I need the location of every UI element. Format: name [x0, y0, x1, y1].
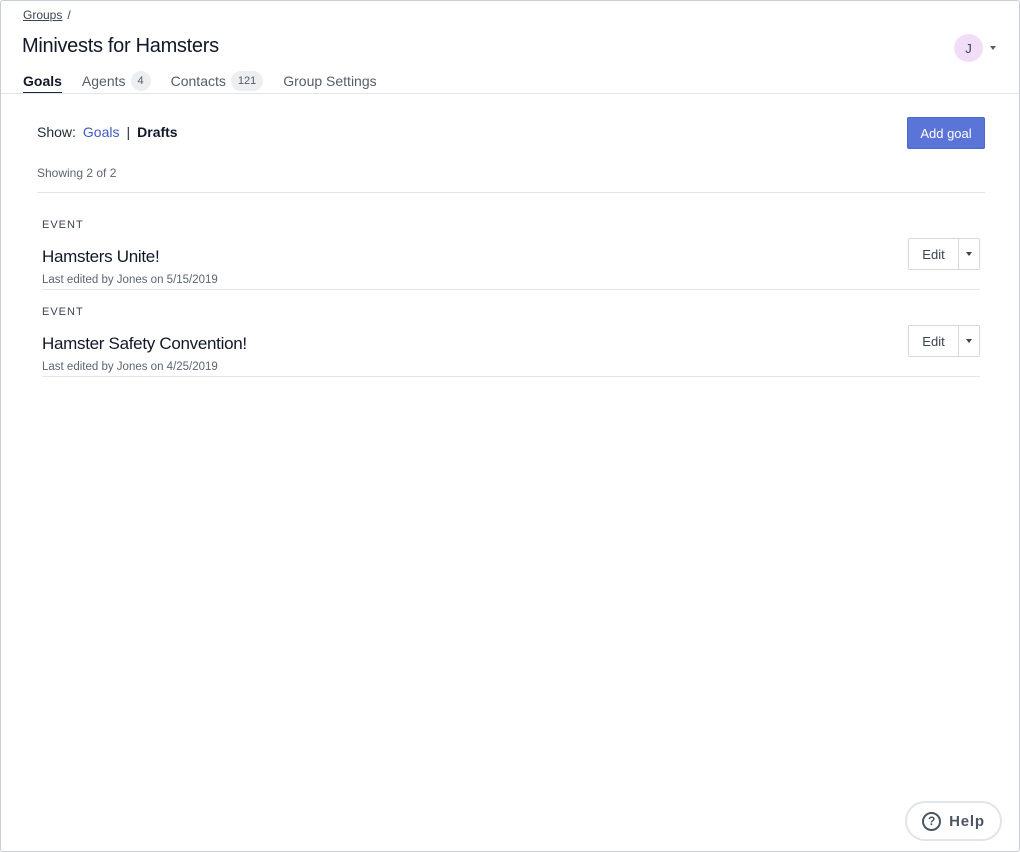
goal-last-edited: Last edited by Jones on 4/25/2019 — [42, 361, 218, 373]
filter-separator: | — [126, 124, 131, 140]
count-badge: 4 — [130, 71, 151, 91]
list-divider — [37, 192, 985, 193]
goal-actions-dropdown[interactable] — [959, 326, 979, 356]
caret-down-icon — [966, 252, 972, 256]
tab-agents[interactable]: Agents 4 — [82, 70, 151, 92]
goal-list-item: EVENT Hamster Safety Convention! Last ed… — [42, 290, 980, 377]
tab-group-settings[interactable]: Group Settings — [283, 70, 376, 92]
result-count: Showing 2 of 2 — [37, 166, 117, 180]
goal-actions-split-button: Edit — [908, 325, 980, 357]
avatar[interactable]: J — [954, 34, 983, 62]
goal-list-item: EVENT Hamsters Unite! Last edited by Jon… — [42, 203, 980, 290]
goal-type-label: EVENT — [42, 219, 84, 231]
tab-contacts[interactable]: Contacts 121 — [171, 70, 264, 92]
count-badge: 121 — [230, 71, 264, 91]
caret-down-icon — [966, 339, 972, 343]
tab-label: Agents — [81, 73, 126, 89]
goal-type-label: EVENT — [42, 306, 84, 318]
edit-button[interactable]: Edit — [909, 239, 959, 269]
goal-last-edited: Last edited by Jones on 5/15/2019 — [42, 274, 218, 286]
show-label: Show: — [37, 124, 76, 140]
breadcrumb-groups-link[interactable]: Groups — [23, 8, 62, 22]
edit-button[interactable]: Edit — [909, 326, 959, 356]
filter-goals-link[interactable]: Goals — [83, 124, 120, 140]
user-menu[interactable]: J — [954, 34, 996, 62]
goal-name[interactable]: Hamster Safety Convention! — [42, 334, 247, 354]
show-filter: Show: Goals | Drafts — [37, 124, 178, 140]
page-title: Minivests for Hamsters — [22, 35, 219, 57]
help-label: Help — [949, 812, 985, 830]
filter-drafts-link[interactable]: Drafts — [137, 124, 177, 140]
app-window: Groups / Minivests for Hamsters J Goals A… — [0, 0, 1020, 852]
question-circle-icon: ? — [922, 811, 942, 831]
breadcrumb: Groups / — [23, 8, 71, 22]
chevron-down-icon[interactable] — [990, 46, 996, 50]
goal-actions-split-button: Edit — [908, 238, 980, 270]
add-goal-button[interactable]: Add goal — [907, 117, 985, 149]
header-divider — [1, 93, 1019, 94]
breadcrumb-separator: / — [67, 8, 71, 22]
goal-name[interactable]: Hamsters Unite! — [42, 247, 160, 267]
help-button[interactable]: ? Help — [905, 801, 1002, 841]
tab-goals[interactable]: Goals — [23, 70, 62, 94]
tab-label: Contacts — [170, 73, 226, 89]
tab-bar: Goals Agents 4 Contacts 121 Group Settin… — [23, 70, 397, 94]
tab-label: Goals — [23, 73, 62, 89]
goal-actions-dropdown[interactable] — [959, 239, 979, 269]
tab-label: Group Settings — [283, 73, 377, 89]
